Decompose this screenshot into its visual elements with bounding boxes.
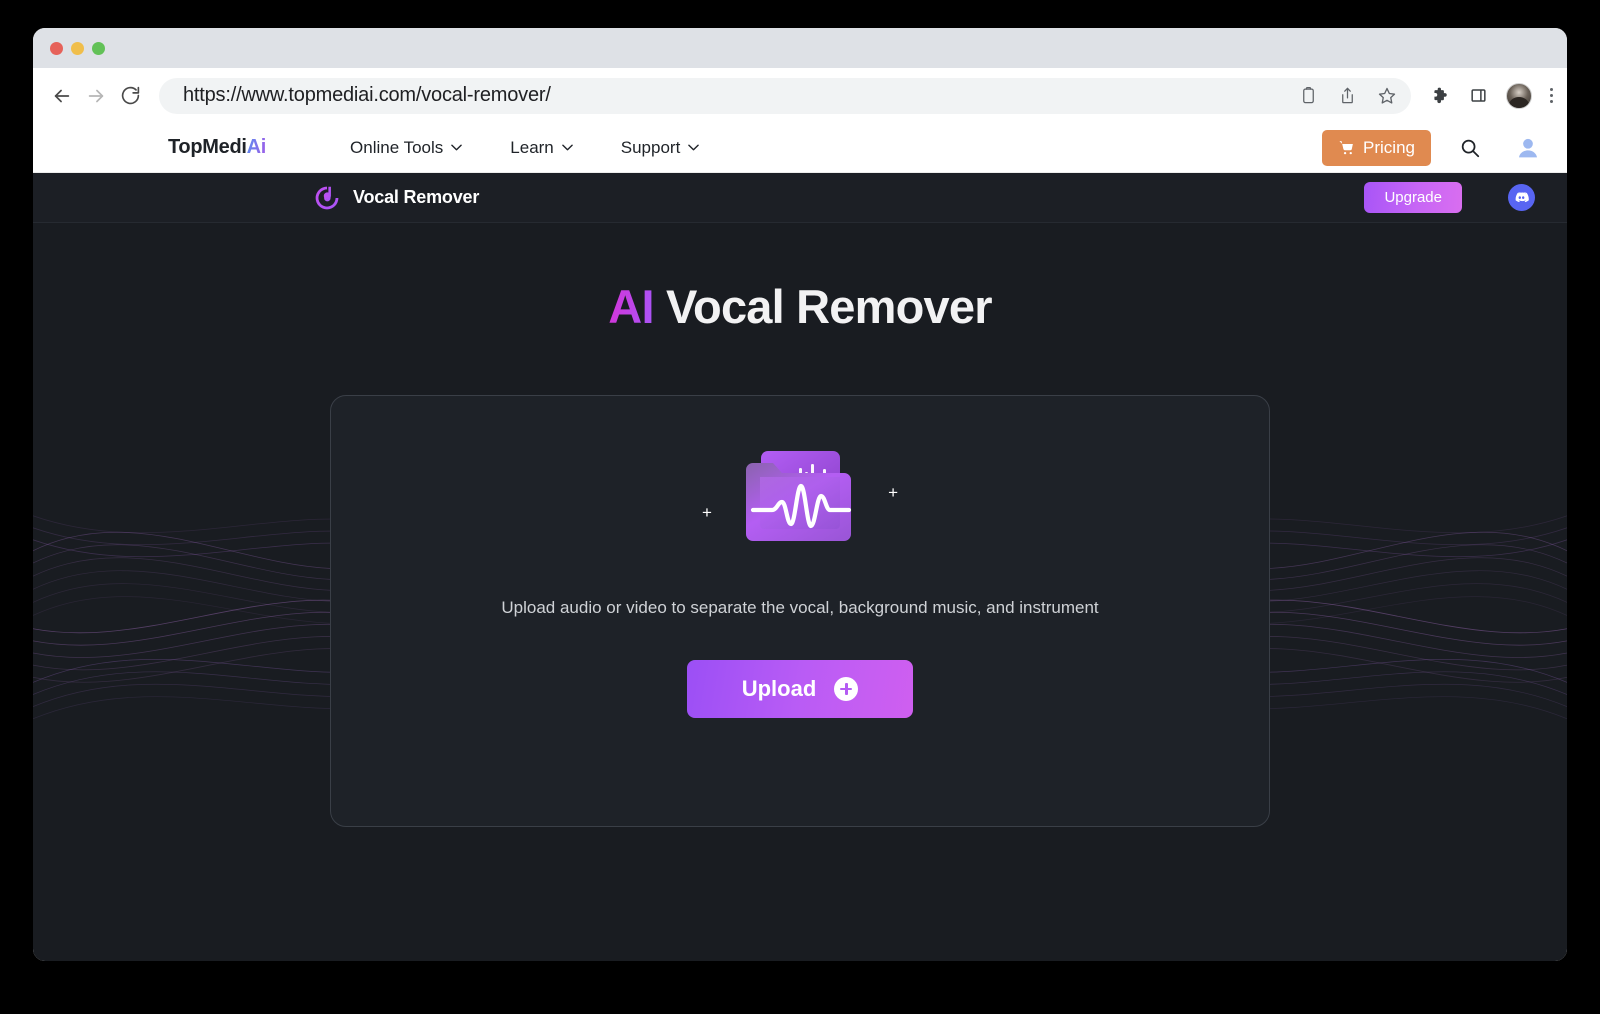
close-window-button[interactable] xyxy=(50,41,63,55)
search-icon xyxy=(1461,139,1480,157)
page-title-main: Vocal Remover xyxy=(665,280,993,333)
site-logo-accent: Ai xyxy=(246,136,267,158)
discord-button[interactable] xyxy=(1508,184,1535,211)
user-avatar-icon xyxy=(1519,138,1537,157)
share-icon[interactable] xyxy=(1338,86,1357,105)
music-note-logo xyxy=(315,186,339,209)
chevron-down-icon xyxy=(688,144,700,151)
nav-item-label: Support xyxy=(620,137,681,157)
site-navigation-bar: TopMediAi Online Tools Learn Support Pri… xyxy=(33,123,1567,173)
clipboard-icon[interactable] xyxy=(1299,86,1318,105)
pricing-button[interactable]: Pricing xyxy=(1322,129,1431,166)
browser-window: https://www.topmediai.com/vocal-remover/ xyxy=(33,28,1567,961)
nav-item-learn[interactable]: Learn xyxy=(510,137,573,158)
forward-button[interactable] xyxy=(79,79,113,113)
nav-item-online-tools[interactable]: Online Tools xyxy=(350,137,463,158)
site-logo[interactable]: TopMediAi xyxy=(168,136,266,159)
page-body: AI Vocal Remover + + Upload audio or vid… xyxy=(33,223,1567,961)
bookmark-star-icon[interactable] xyxy=(1377,86,1397,106)
upgrade-button[interactable]: Upgrade xyxy=(1364,182,1462,213)
upload-button-label: Upload xyxy=(741,676,817,701)
shopping-cart-icon xyxy=(1339,141,1353,155)
extensions-puzzle-icon[interactable] xyxy=(1431,86,1451,106)
audio-folder-waveform-icon: + + xyxy=(702,444,898,548)
chevron-down-icon xyxy=(451,144,463,151)
side-panel-icon[interactable] xyxy=(1469,86,1488,105)
nav-item-label: Learn xyxy=(510,137,554,157)
upload-button[interactable]: Upload xyxy=(687,660,913,718)
address-bar[interactable]: https://www.topmediai.com/vocal-remover/ xyxy=(159,77,1411,114)
nav-links: Online Tools Learn Support xyxy=(350,137,700,158)
chevron-down-icon xyxy=(561,144,573,151)
minimize-window-button[interactable] xyxy=(71,41,84,55)
back-button[interactable] xyxy=(45,79,79,113)
reload-button[interactable] xyxy=(113,79,147,113)
site-logo-main: TopMedi xyxy=(168,136,247,158)
browser-toolbar: https://www.topmediai.com/vocal-remover/ xyxy=(33,68,1567,123)
plus-decoration-right: + xyxy=(888,483,898,502)
app-brand[interactable]: Vocal Remover xyxy=(313,184,479,212)
pricing-button-label: Pricing xyxy=(1363,137,1415,157)
nav-item-label: Online Tools xyxy=(350,137,444,157)
plus-circle-icon xyxy=(834,677,859,701)
page-title: AI Vocal Remover xyxy=(33,279,1567,334)
search-button[interactable] xyxy=(1459,137,1481,159)
upload-dropzone[interactable]: + + Upload audio or video to separate th… xyxy=(330,395,1270,827)
plus-decoration-left: + xyxy=(702,503,712,522)
traffic-lights xyxy=(50,41,105,55)
account-button[interactable] xyxy=(1513,133,1543,163)
app-title: Vocal Remover xyxy=(353,187,480,207)
main-content: AI Vocal Remover + + Upload audio or vid… xyxy=(33,223,1567,827)
discord-icon xyxy=(1515,192,1529,203)
nav-item-support[interactable]: Support xyxy=(621,138,700,158)
upgrade-button-label: Upgrade xyxy=(1384,189,1442,206)
dropzone-description: Upload audio or video to separate the vo… xyxy=(501,598,1099,617)
window-titlebar xyxy=(33,28,1567,68)
page-title-accent: AI xyxy=(608,280,654,333)
browser-menu-kebab-icon[interactable] xyxy=(1550,88,1553,103)
address-bar-url: https://www.topmediai.com/vocal-remover/ xyxy=(183,84,551,106)
maximize-window-button[interactable] xyxy=(92,41,105,55)
app-header: Vocal Remover Upgrade xyxy=(33,173,1567,223)
profile-avatar[interactable] xyxy=(1506,82,1532,109)
